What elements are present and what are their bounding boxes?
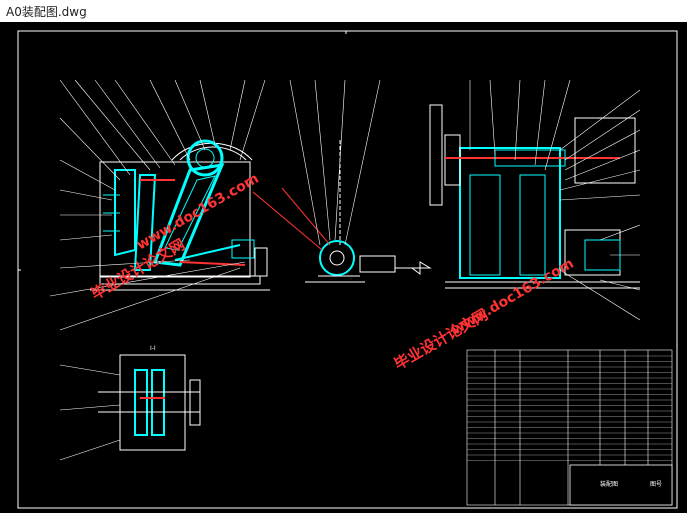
leader-lines-right xyxy=(469,79,641,321)
window-titlebar: A0装配图.dwg xyxy=(0,0,687,23)
detail-view xyxy=(59,354,201,461)
sheet-border xyxy=(17,30,678,509)
sheet-label: 图号 xyxy=(650,481,662,488)
title-block-label: 装配图 xyxy=(600,480,618,488)
cad-drawing-canvas[interactable]: I-I 装配图 图号 毕业设计论文网 www.doc163.com 毕业设计论文… xyxy=(0,22,687,513)
motor-view xyxy=(252,140,432,283)
cad-drawing: I-I 装配图 图号 毕业设计论文网 www.doc163.com 毕业设计论文… xyxy=(17,30,678,509)
detail-label: I-I xyxy=(150,345,156,352)
parts-list-rows xyxy=(467,355,672,461)
watermark-url-2: www.doc163.com xyxy=(449,255,577,338)
window-title: A0装配图.dwg xyxy=(6,5,87,19)
side-view-crusher xyxy=(429,104,640,289)
